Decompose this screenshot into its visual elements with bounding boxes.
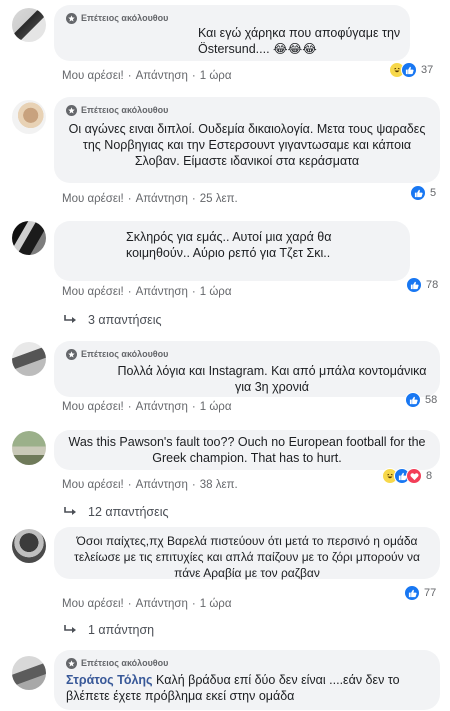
like-link[interactable]: Μου αρέσει! (62, 598, 124, 610)
reaction-summary[interactable]: 58 (405, 392, 437, 408)
reply-link[interactable]: Απάντηση (136, 193, 188, 205)
comment-bubble: Επέτειος ακόλουθου Πολλά λόγια και Insta… (54, 341, 440, 397)
view-replies-link[interactable]: 3 απαντήσεις (64, 313, 162, 327)
like-icon (401, 62, 417, 78)
timestamp[interactable]: 1 ώρα (200, 401, 232, 413)
reply-link[interactable]: Απάντηση (136, 286, 188, 298)
like-link[interactable]: Μου αρέσει! (62, 193, 124, 205)
reply-link[interactable]: Απάντηση (136, 70, 188, 82)
reaction-summary[interactable]: 5 (410, 185, 436, 201)
comment-bubble: Επέτειος ακόλουθου Και εγώ χάρηκα που απ… (54, 5, 410, 61)
view-replies-link[interactable]: 12 απαντήσεις (64, 505, 169, 519)
timestamp[interactable]: 1 ώρα (200, 286, 232, 298)
star-badge-icon (66, 12, 77, 24)
comment-actions: Μου αρέσει! · Απάντηση · 1 ώρα (62, 286, 232, 298)
reply-arrow-icon (64, 507, 76, 515)
comment-bubble: Σκληρός για εμάς.. Αυτοί μια χαρά θα κοι… (54, 221, 410, 281)
like-link[interactable]: Μου αρέσει! (62, 401, 124, 413)
like-link[interactable]: Μου αρέσει! (62, 286, 124, 298)
fan-badge: Επέτειος ακόλουθου (66, 103, 428, 117)
avatar[interactable] (12, 100, 46, 134)
comment-bubble: Όσοι παίχτες,πχ Βαρελά πιστεύουν ότι μετ… (54, 527, 440, 580)
like-link[interactable]: Μου αρέσει! (62, 479, 124, 491)
avatar[interactable] (12, 656, 46, 690)
comment-author[interactable]: Στράτος Τόλης (66, 673, 153, 687)
reaction-summary[interactable]: 8 (382, 468, 432, 484)
reaction-summary[interactable]: 78 (406, 277, 438, 293)
comment-text: Πολλά λόγια και Instagram. Και από μπάλα… (117, 364, 427, 394)
comment-text: Οι αγώνες ειναι διπλοί. Ουδεμία δικαιολο… (68, 122, 426, 168)
star-badge-icon (66, 104, 77, 116)
love-icon (406, 468, 422, 484)
like-icon (404, 585, 420, 601)
fan-badge: Επέτειος ακόλουθου (66, 11, 398, 25)
avatar[interactable] (12, 431, 46, 465)
comment-bubble: Επέτειος ακόλουθου Οι αγώνες ειναι διπλο… (54, 97, 440, 183)
reaction-summary[interactable]: 37 (389, 62, 433, 78)
like-icon (410, 185, 426, 201)
fan-badge: Επέτειος ακόλουθου (66, 656, 428, 670)
like-icon (405, 392, 421, 408)
comment-actions: Μου αρέσει! · Απάντηση · 1 ώρα (62, 70, 232, 82)
comment-bubble: Επέτειος ακόλουθου Στράτος Τόλης Καλή βρ… (54, 650, 440, 710)
reply-link[interactable]: Απάντηση (136, 479, 188, 491)
avatar[interactable] (12, 342, 46, 376)
comment-actions: Μου αρέσει! · Απάντηση · 25 λεπ. (62, 193, 238, 205)
reply-link[interactable]: Απάντηση (136, 401, 188, 413)
comment-bubble: Was this Pawson's fault too?? Ouch no Eu… (54, 430, 440, 470)
like-icon (406, 277, 422, 293)
view-replies-link[interactable]: 1 απάντηση (64, 623, 154, 637)
star-badge-icon (66, 657, 77, 669)
reply-link[interactable]: Απάντηση (136, 598, 188, 610)
comment-text: Και εγώ χάρηκα που αποφύγαμε την Östersu… (198, 26, 401, 56)
comment-text: Was this Pawson's fault too?? Ouch no Eu… (68, 435, 426, 465)
comment-text: Σκληρός για εμάς.. Αυτοί μια χαρά θα κοι… (126, 230, 332, 260)
comment-text: Στράτος Τόλης Καλή βράδυα επί δύο δεν εί… (66, 673, 400, 703)
avatar[interactable] (12, 529, 46, 563)
fan-badge: Επέτειος ακόλουθου (66, 347, 428, 361)
reply-arrow-icon (64, 315, 76, 323)
reply-arrow-icon (64, 625, 76, 633)
comment-actions: Μου αρέσει! · Απάντηση · 1 ώρα (62, 598, 232, 610)
avatar[interactable] (12, 221, 46, 255)
timestamp[interactable]: 1 ώρα (200, 70, 232, 82)
star-badge-icon (66, 348, 77, 360)
reaction-summary[interactable]: 77 (404, 585, 436, 601)
comment-actions: Μου αρέσει! · Απάντηση · 38 λεπ. (62, 479, 238, 491)
comment-actions: Μου αρέσει! · Απάντηση · 1 ώρα (62, 401, 232, 413)
timestamp[interactable]: 25 λεπ. (200, 193, 238, 205)
timestamp[interactable]: 1 ώρα (200, 598, 232, 610)
comment-text: Όσοι παίχτες,πχ Βαρελά πιστεύουν ότι μετ… (74, 534, 420, 580)
timestamp[interactable]: 38 λεπ. (200, 479, 238, 491)
like-link[interactable]: Μου αρέσει! (62, 70, 124, 82)
avatar[interactable] (12, 8, 46, 42)
